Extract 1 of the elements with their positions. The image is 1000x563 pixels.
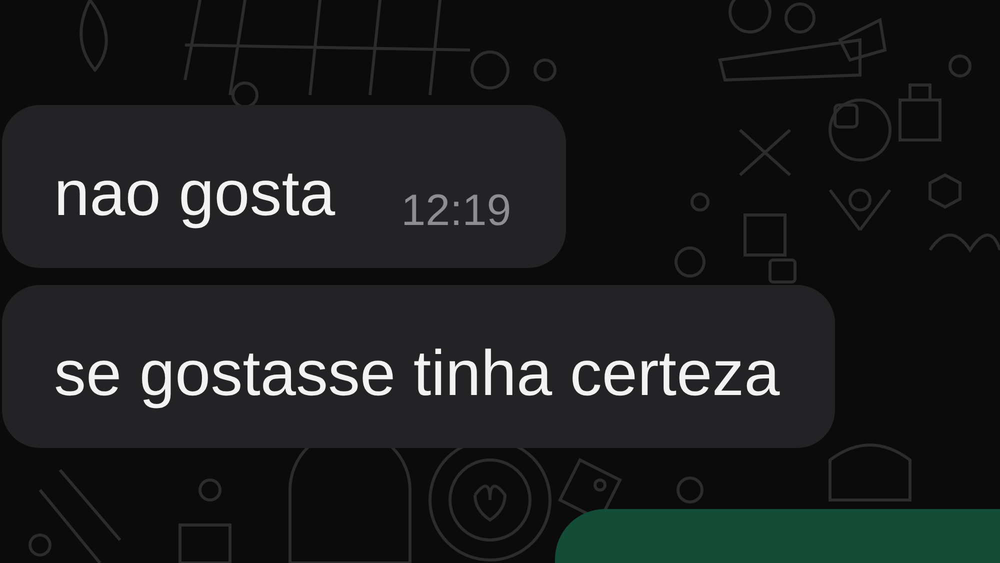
message-time: 12:19	[401, 189, 512, 233]
